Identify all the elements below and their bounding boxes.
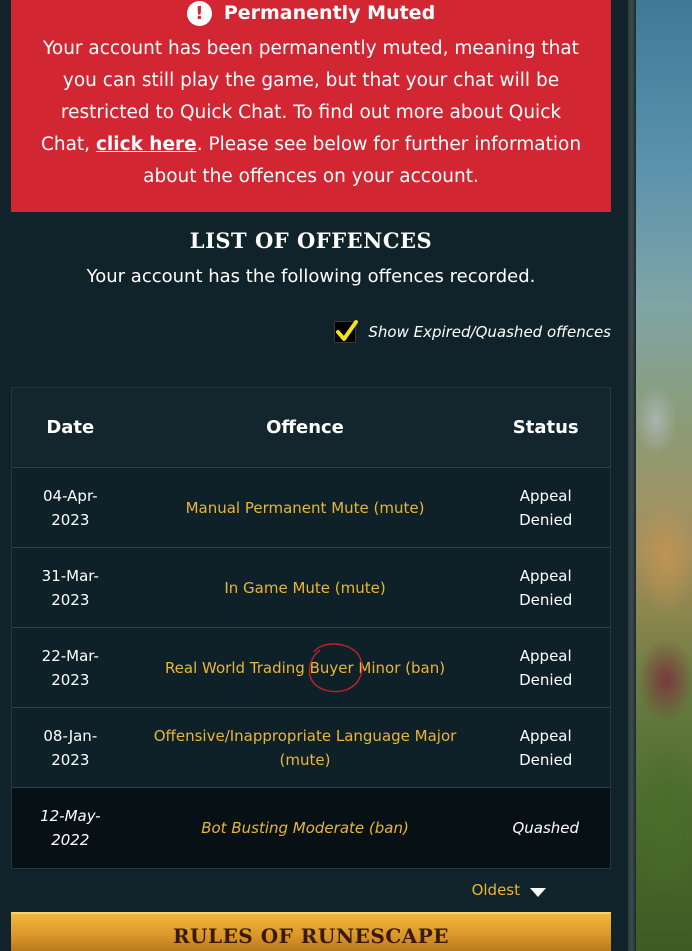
- background-artwork: [636, 0, 692, 951]
- row-offence[interactable]: Offensive/Inappropriate Language Major (…: [129, 724, 482, 772]
- chevron-down-icon: [530, 887, 546, 897]
- table-row: 22-Mar- 2023 Real World Trading Buyer Min…: [12, 628, 610, 708]
- table-row: 04-Apr- 2023 Manual Permanent Mute (mute)…: [12, 468, 610, 548]
- status-line: Appeal: [519, 646, 572, 665]
- row-offence[interactable]: Manual Permanent Mute (mute): [129, 496, 482, 520]
- date-line: 31-Mar-: [41, 566, 99, 585]
- row-status: Quashed: [481, 816, 610, 840]
- status-line: Appeal: [519, 566, 572, 585]
- row-status: Appeal Denied: [481, 644, 610, 692]
- rules-banner[interactable]: RULES OF RUNESCAPE: [11, 912, 611, 951]
- status-line: Quashed: [512, 819, 580, 837]
- year-line: 2023: [51, 590, 90, 609]
- alert-title: Permanently Muted: [223, 2, 436, 24]
- alert-header: ! Permanently Muted: [11, 0, 611, 26]
- quick-chat-link[interactable]: click here: [96, 134, 197, 155]
- row-date: 31-Mar- 2023: [12, 564, 129, 612]
- table-row: 31-Mar- 2023 In Game Mute (mute) Appeal De…: [12, 548, 610, 628]
- status-line: Denied: [519, 510, 573, 529]
- row-date: 04-Apr- 2023: [12, 484, 129, 532]
- exclamation-icon: !: [186, 0, 212, 26]
- status-line: Denied: [519, 590, 573, 609]
- header-offence[interactable]: Offence: [129, 417, 482, 438]
- offences-subtitle: Your account has the following offences …: [86, 266, 536, 287]
- row-offence[interactable]: In Game Mute (mute): [129, 576, 482, 600]
- date-line: 08-Jan-: [43, 726, 98, 745]
- date-line: 12-May-: [40, 807, 101, 825]
- show-expired-label: Show Expired/Quashed offences: [368, 323, 611, 341]
- status-line: Denied: [519, 750, 573, 769]
- row-status: Appeal Denied: [481, 724, 610, 772]
- table-header: Date Offence Status: [12, 388, 610, 468]
- table-row-quashed: 12-May- 2022 Bot Busting Moderate (ban) Q…: [12, 788, 610, 868]
- row-offence[interactable]: Bot Busting Moderate (ban): [129, 816, 482, 840]
- row-date: 08-Jan- 2023: [12, 724, 129, 772]
- alert-body: Your account has been permanently muted,…: [39, 33, 583, 193]
- offences-title: LIST OF OFFENCES: [189, 228, 433, 253]
- show-expired-toggle[interactable]: Show Expired/Quashed offences: [334, 320, 611, 344]
- show-expired-checkbox[interactable]: [334, 320, 359, 343]
- status-line: Appeal: [519, 726, 572, 745]
- row-date: 22-Mar- 2023: [12, 644, 129, 692]
- row-offence[interactable]: Real World Trading Buyer Minor (ban): [129, 656, 482, 680]
- header-status[interactable]: Status: [481, 417, 610, 438]
- date-line: 22-Mar-: [41, 646, 99, 665]
- year-line: 2023: [51, 670, 90, 689]
- table-row: 08-Jan- 2023 Offensive/Inappropriate Lang…: [12, 708, 610, 788]
- header-date[interactable]: Date: [12, 417, 129, 438]
- offences-table: Date Offence Status 04-Apr- 2023 Manual P…: [11, 387, 611, 869]
- rules-banner-label: RULES OF RUNESCAPE: [172, 924, 450, 948]
- row-date: 12-May- 2022: [12, 804, 129, 852]
- sort-label: Oldest: [471, 881, 520, 899]
- page-divider: [628, 0, 636, 951]
- checkmark-icon: [336, 320, 359, 341]
- status-line: Appeal: [519, 486, 572, 505]
- date-line: 04-Apr-: [43, 486, 98, 505]
- mute-alert: ! Permanently Muted Your account has bee…: [11, 0, 611, 212]
- alert-body-text-end: . Please see below for further informati…: [143, 134, 582, 187]
- year-line: 2023: [51, 750, 90, 769]
- year-line: 2023: [51, 510, 90, 529]
- row-status: Appeal Denied: [481, 484, 610, 532]
- row-status: Appeal Denied: [481, 564, 610, 612]
- main-content: ! Permanently Muted Your account has bee…: [0, 0, 628, 951]
- year-line: 2022: [51, 831, 90, 849]
- sort-dropdown[interactable]: Oldest: [472, 881, 546, 899]
- status-line: Denied: [519, 670, 573, 689]
